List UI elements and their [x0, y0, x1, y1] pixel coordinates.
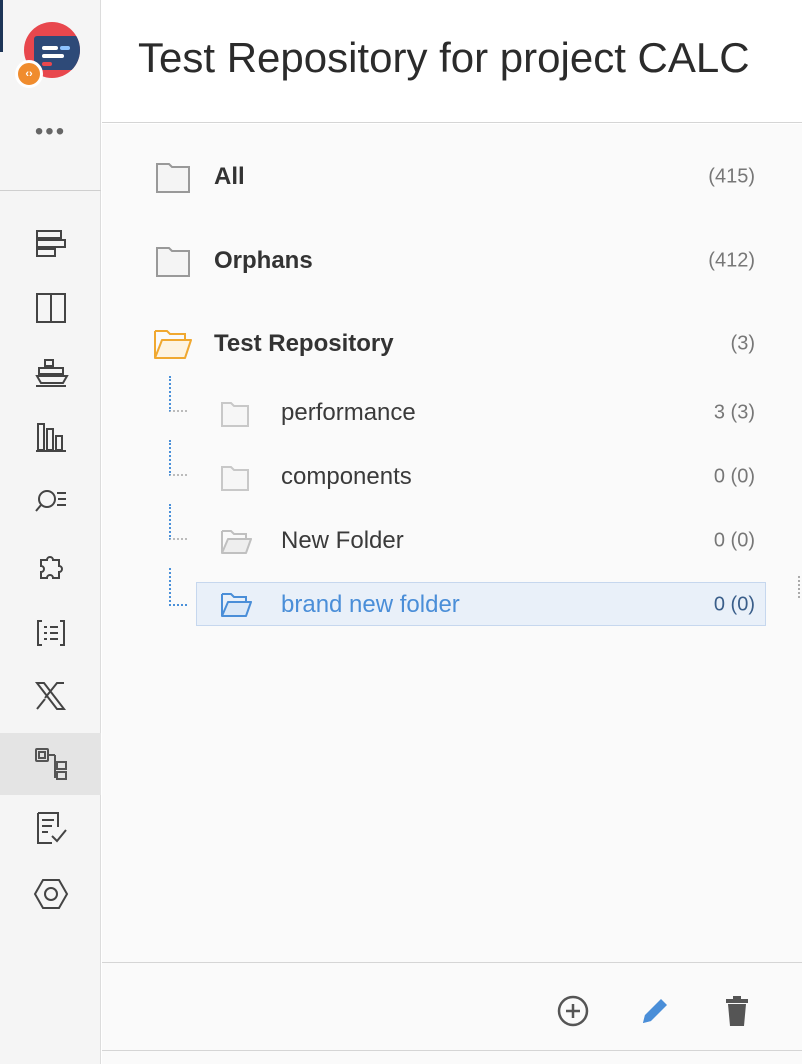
page-header: Test Repository for project CALC [102, 0, 802, 123]
folder-icon [221, 466, 249, 491]
backlog-icon[interactable] [0, 212, 101, 274]
tree-node-count: (415) [708, 165, 755, 188]
reports-icon[interactable] [0, 406, 101, 468]
code-list-icon[interactable] [0, 602, 101, 664]
folder-open-icon [221, 530, 252, 554]
tree-node-label: Test Repository [214, 330, 394, 357]
rail-divider [0, 190, 101, 191]
tree-node-label: components [281, 463, 412, 490]
pencil-icon [643, 999, 667, 1023]
tree-node-count: 0 (0) [713, 529, 755, 552]
footer-strip [102, 1050, 802, 1064]
rail-edge [0, 0, 3, 52]
tree-node-label: performance [281, 399, 416, 426]
left-rail: ‹› ••• [0, 0, 101, 1064]
folder-open-icon [221, 593, 252, 617]
add-circle-icon [557, 995, 589, 1027]
search-list-icon[interactable] [0, 470, 101, 532]
tree-node-label: All [214, 163, 245, 190]
puzzle-icon[interactable] [0, 537, 101, 599]
x-shuffle-icon[interactable] [0, 665, 101, 727]
tree-node-components[interactable]: components 0 (0) [102, 454, 802, 500]
board-icon[interactable] [0, 277, 101, 339]
panel-resize-handle[interactable] [798, 576, 802, 598]
tree-node-new-folder[interactable]: New Folder 0 (0) [102, 518, 802, 564]
trash-icon [726, 996, 748, 1026]
tree-node-orphans[interactable]: Orphans (412) [102, 238, 802, 284]
folder-icon [221, 402, 249, 427]
settings-hexagon-icon[interactable] [0, 863, 101, 925]
page-title: Test Repository for project CALC [138, 34, 750, 81]
ship-icon[interactable] [0, 341, 101, 403]
tree-node-count: (412) [708, 249, 755, 272]
edit-folder-button[interactable] [637, 993, 673, 1029]
tree-node-count: 3 (3) [713, 401, 755, 424]
add-folder-button[interactable] [555, 993, 591, 1029]
tree-node-label: brand new folder [281, 591, 460, 618]
folder-icon [156, 163, 190, 193]
tree-node-test-repository[interactable]: Test Repository (3) [102, 321, 802, 367]
tree-toolbar [102, 962, 802, 1052]
code-badge-icon: ‹› [15, 60, 43, 88]
tree-node-count: 0 (0) [713, 593, 755, 616]
tree-node-label: Orphans [214, 247, 313, 274]
tree-node-performance[interactable]: performance 3 (3) [102, 390, 802, 436]
tree-node-count: (3) [730, 332, 755, 355]
folder-icon [156, 247, 190, 277]
tree-node-brand-new-folder[interactable]: brand new folder 0 (0) [102, 582, 802, 628]
checklist-icon[interactable] [0, 797, 101, 859]
tree-node-count: 0 (0) [713, 465, 755, 488]
more-menu-button[interactable]: ••• [0, 118, 101, 146]
tree-node-all[interactable]: All (415) [102, 154, 802, 200]
test-repository-icon[interactable] [0, 733, 101, 795]
tree-node-label: New Folder [281, 527, 404, 554]
folder-open-icon [154, 330, 192, 359]
delete-folder-button[interactable] [719, 993, 755, 1029]
folder-tree-panel: All (415) Orphans (412) Test Repository … [102, 124, 802, 962]
